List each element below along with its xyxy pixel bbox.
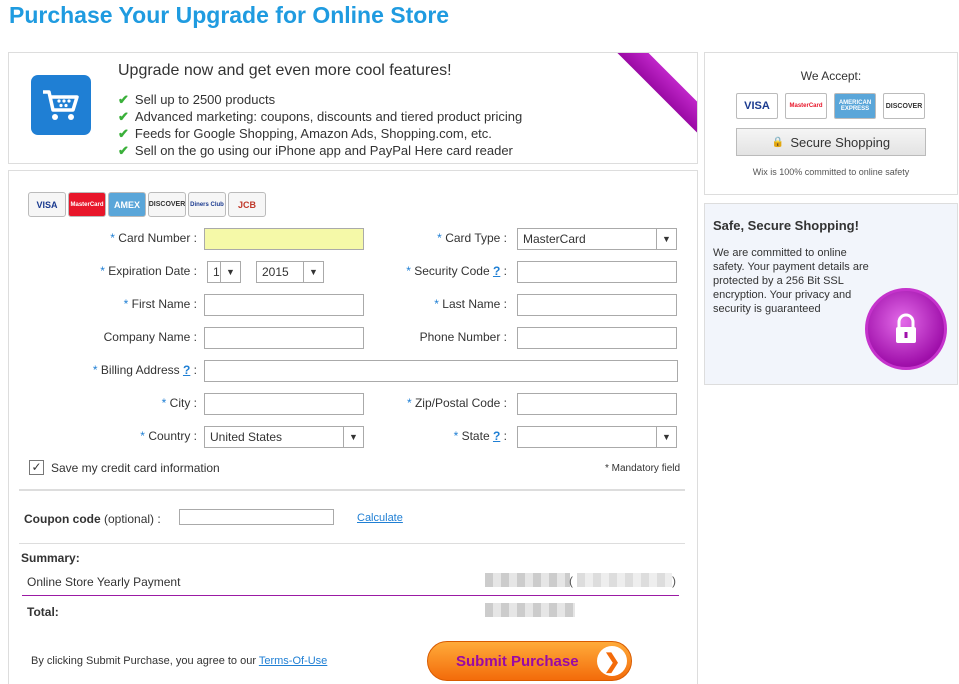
chevron-down-icon: ▼	[343, 427, 363, 447]
save-card-label: Save my credit card information	[51, 461, 220, 475]
state-select[interactable]: ▼	[517, 426, 677, 448]
coupon-input[interactable]	[179, 509, 334, 525]
padlock-icon	[865, 288, 947, 370]
feature-item: ✔ Sell on the go using our iPhone app and…	[118, 143, 513, 158]
divider	[19, 543, 685, 544]
feature-item: ✔ Advanced marketing: coupons, discounts …	[118, 109, 523, 124]
jcb-logo: JCB	[228, 192, 266, 217]
phone-number-input[interactable]	[517, 327, 677, 349]
country-label: * Country :	[140, 429, 197, 443]
chevron-down-icon: ▼	[220, 262, 240, 282]
divider	[19, 489, 685, 491]
amex-logo: AMERICAN EXPRESS	[834, 93, 876, 119]
visa-logo: VISA	[736, 93, 778, 119]
city-label: * City :	[161, 396, 197, 410]
lock-icon: 🔒	[771, 136, 785, 148]
company-name-label: Company Name :	[103, 330, 197, 344]
check-icon: ✔	[118, 126, 129, 141]
security-code-label: * Security Code ? :	[406, 264, 507, 278]
coupon-label: Coupon code (optional) :	[24, 512, 161, 526]
last-name-label: * Last Name :	[434, 297, 507, 311]
paren-close: )	[672, 574, 676, 588]
mandatory-note: * Mandatory field	[605, 463, 681, 474]
we-accept-title: We Accept:	[800, 69, 862, 83]
summary-heading: Summary:	[21, 551, 80, 565]
paren-open: (	[569, 574, 573, 588]
exp-year-select[interactable]: 2015 ▼	[256, 261, 324, 283]
country-select[interactable]: United States ▼	[204, 426, 364, 448]
card-type-label: * Card Type :	[437, 231, 507, 245]
safety-note: Wix is 100% committed to online safety	[752, 167, 910, 177]
shopping-cart-icon	[31, 75, 91, 135]
exp-month-select[interactable]: 1 ▼	[207, 261, 241, 283]
billing-address-input[interactable]	[204, 360, 678, 382]
chevron-down-icon: ▼	[656, 229, 676, 249]
we-accept-panel: We Accept: VISA MasterCard AMERICAN EXPR…	[704, 52, 958, 195]
zip-label: * Zip/Postal Code :	[406, 396, 507, 410]
diners-club-logo: Diners Club	[188, 192, 226, 217]
amex-logo: AMEX	[108, 192, 146, 217]
card-number-input[interactable]	[204, 228, 364, 250]
feature-item: ✔ Feeds for Google Shopping, Amazon Ads, …	[118, 126, 492, 141]
mastercard-logo: MasterCard	[68, 192, 106, 217]
terms-link[interactable]: Terms-Of-Use	[259, 655, 327, 667]
safe-shopping-text: We are committed to online safety. Your …	[713, 247, 869, 315]
check-icon: ✔	[118, 143, 129, 158]
feature-list: ✔ Sell up to 2500 products ✔ Advanced mark…	[118, 91, 522, 159]
card-type-select[interactable]: MasterCard ▼	[517, 228, 677, 250]
blurred-detail	[577, 573, 672, 587]
chevron-right-icon: ❯	[597, 646, 627, 676]
accepted-card-logos: VISA MasterCard AMERICAN EXPRESS DISCOVE…	[736, 93, 925, 119]
city-input[interactable]	[204, 393, 364, 415]
first-name-input[interactable]	[204, 294, 364, 316]
banner-headline: Upgrade now and get even more cool featu…	[118, 62, 452, 79]
blurred-price	[485, 573, 570, 587]
ribbon-decoration	[608, 53, 697, 136]
company-name-input[interactable]	[204, 327, 364, 349]
feature-item: ✔ Sell up to 2500 products	[118, 92, 276, 107]
safe-shopping-panel: Safe, Secure Shopping! We are committed …	[704, 203, 958, 385]
card-logos: VISA MasterCard AMEX DISCOVER Diners Clu…	[28, 192, 266, 217]
state-label: * State ? :	[453, 429, 507, 443]
submit-purchase-button[interactable]: Submit Purchase ❯	[427, 641, 632, 681]
card-number-label: * Card Number :	[110, 231, 197, 245]
first-name-label: * First Name :	[123, 297, 197, 311]
discover-logo: DISCOVER	[883, 93, 925, 119]
chevron-down-icon: ▼	[656, 427, 676, 447]
mastercard-logo: MasterCard	[785, 93, 827, 119]
page-title: Purchase Your Upgrade for Online Store	[9, 2, 450, 28]
phone-number-label: Phone Number :	[419, 330, 507, 344]
save-card-checkbox[interactable]: ✓	[29, 460, 44, 475]
visa-logo: VISA	[28, 192, 66, 217]
payment-form: VISA MasterCard AMEX DISCOVER Diners Clu…	[8, 170, 698, 684]
upgrade-banner: Upgrade now and get even more cool featu…	[8, 52, 698, 164]
chevron-down-icon: ▼	[303, 262, 323, 282]
check-icon: ✔	[118, 109, 129, 124]
terms-agreement: By clicking Submit Purchase, you agree t…	[31, 655, 328, 667]
line-item-name: Online Store Yearly Payment	[27, 575, 181, 589]
check-icon: ✔	[118, 92, 129, 107]
security-code-input[interactable]	[517, 261, 677, 283]
calculate-link[interactable]: Calculate	[357, 512, 403, 524]
blurred-total	[485, 603, 575, 617]
divider	[22, 595, 679, 596]
last-name-input[interactable]	[517, 294, 677, 316]
expiration-label: * Expiration Date :	[100, 264, 197, 278]
zip-input[interactable]	[517, 393, 677, 415]
total-label: Total:	[27, 605, 59, 619]
secure-shopping-button[interactable]: 🔒 Secure Shopping	[736, 128, 926, 156]
discover-logo: DISCOVER	[148, 192, 186, 217]
billing-address-label: * Billing Address ? :	[92, 363, 197, 377]
safe-shopping-title: Safe, Secure Shopping!	[713, 218, 859, 233]
